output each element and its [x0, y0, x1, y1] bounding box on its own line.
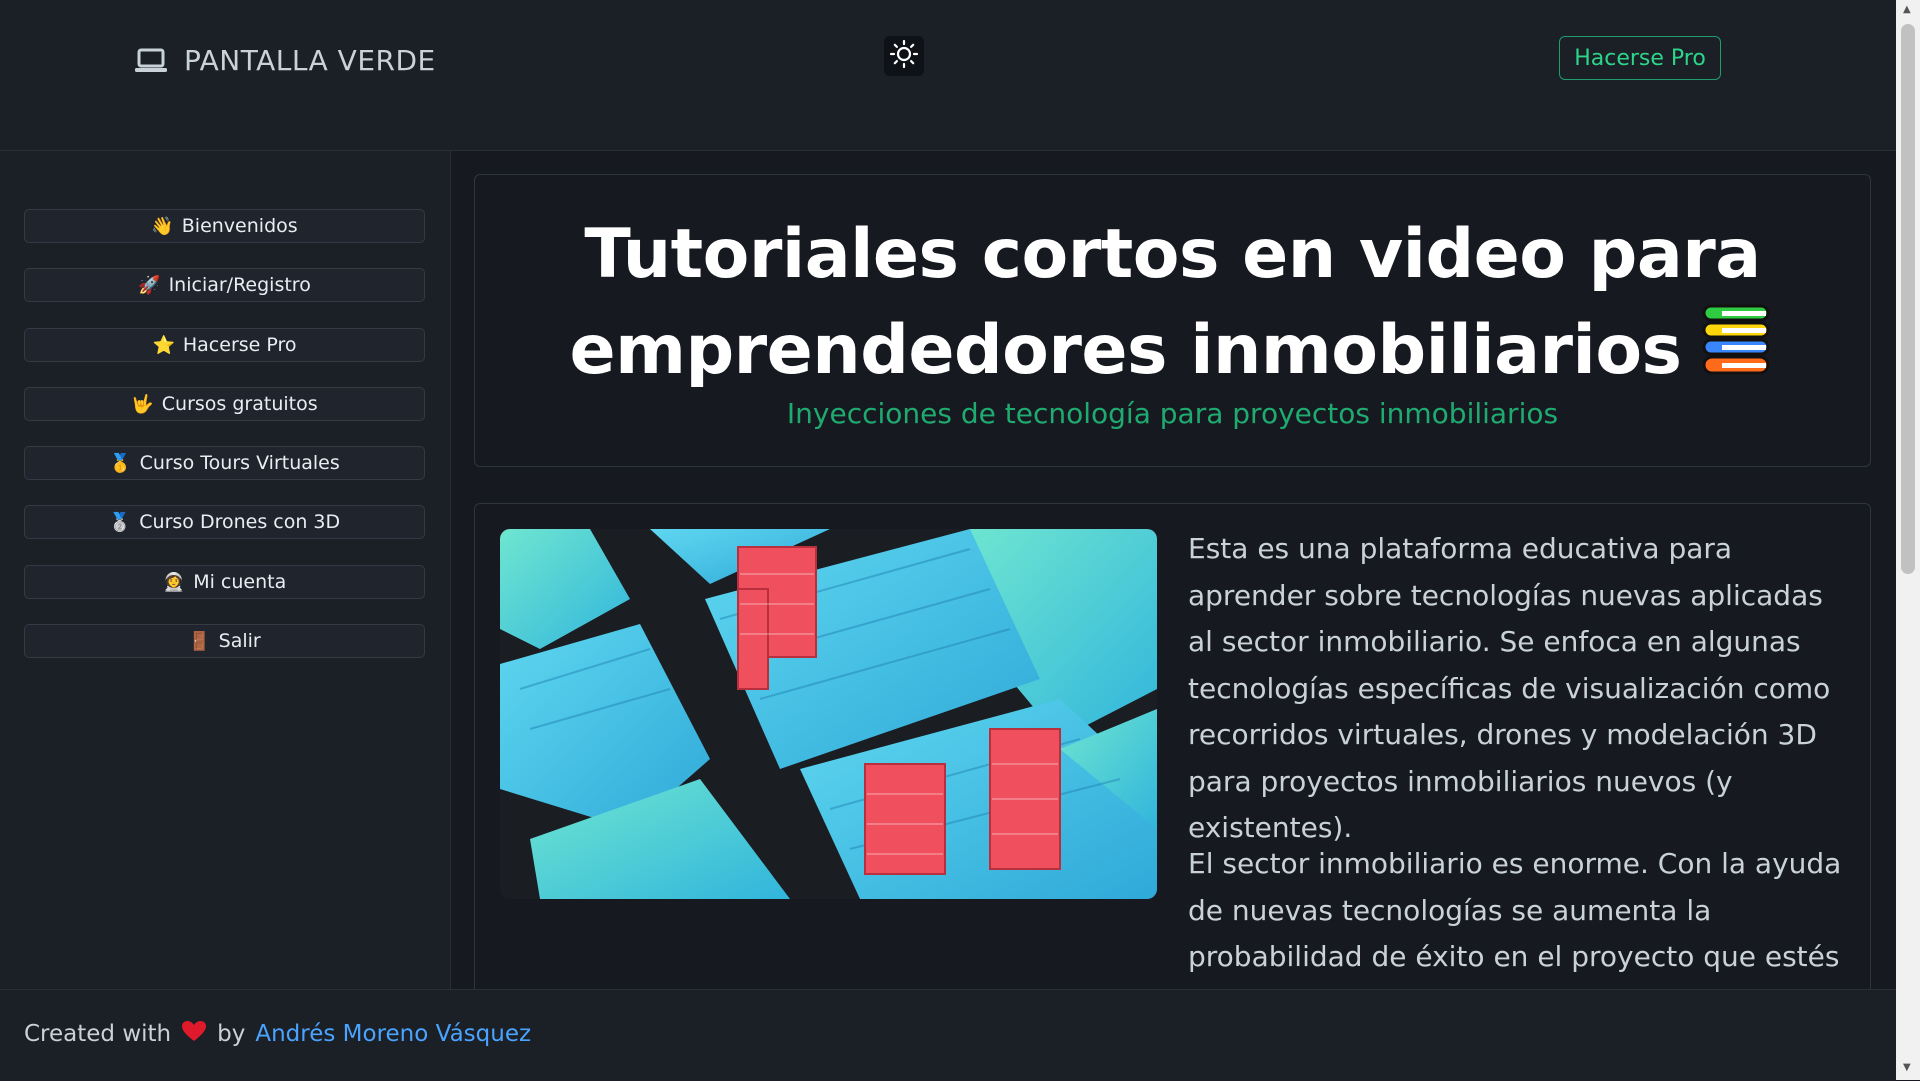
scrollbar-thumb[interactable]: [1901, 24, 1915, 574]
sidebar-item-label: Hacerse Pro: [182, 334, 297, 356]
brand-link[interactable]: PANTALLA VERDE: [134, 44, 436, 77]
footer-credit: Created with by Andrés Moreno Vásquez: [24, 1020, 531, 1048]
sidebar-item-label: Cursos gratuitos: [161, 393, 318, 415]
city-3d-illustration: [500, 529, 1157, 899]
sidebar-item-label: Curso Drones con 3D: [139, 511, 341, 533]
hacerse-pro-button[interactable]: Hacerse Pro: [1559, 36, 1721, 80]
author-link[interactable]: Andrés Moreno Vásquez: [255, 1021, 531, 1047]
footer-created-with: Created with: [24, 1021, 172, 1047]
waving-hand-icon: 👋: [151, 215, 174, 237]
heart-icon: [181, 1020, 207, 1048]
sun-icon: [889, 39, 919, 73]
top-header: PANTALLA VERDE Hacerse Pro: [0, 0, 1896, 151]
brand-title: PANTALLA VERDE: [184, 44, 436, 77]
page-title-line-2-wrap: emprendedores inmobiliarios: [475, 303, 1870, 404]
sidebar-item-iniciar-registro[interactable]: 🚀 Iniciar/Registro: [24, 268, 425, 302]
scroll-up-icon[interactable]: ▲: [1903, 4, 1911, 15]
footer: Created with by Andrés Moreno Vásquez: [0, 989, 1896, 1081]
books-icon: [1700, 304, 1776, 404]
sidebar-item-curso-tours-virtuales[interactable]: 🥇 Curso Tours Virtuales: [24, 446, 425, 480]
theme-toggle-button[interactable]: [884, 36, 924, 76]
sidebar-item-label: Mi cuenta: [193, 571, 287, 593]
sidebar-item-bienvenidos[interactable]: 👋 Bienvenidos: [24, 209, 425, 243]
page-title-line-2: emprendedores inmobiliarios: [569, 311, 1682, 390]
sidebar-item-label: Bienvenidos: [181, 215, 298, 237]
sidebar-item-label: Salir: [218, 630, 261, 652]
content-card: Esta es una plataforma educativa para ap…: [474, 503, 1871, 1023]
love-you-gesture-icon: 🤟: [131, 393, 154, 415]
sidebar-item-salir[interactable]: 🚪 Salir: [24, 624, 425, 658]
page-title-line-1: Tutoriales cortos en video para: [584, 215, 1761, 294]
silver-medal-icon: 🥈: [108, 511, 132, 533]
star-icon: ⭐: [152, 334, 175, 356]
gold-medal-icon: 🥇: [109, 452, 132, 474]
astronaut-icon: 👩‍🚀: [162, 571, 186, 593]
laptop-icon: [134, 48, 168, 74]
sidebar-item-label: Iniciar/Registro: [168, 274, 311, 296]
sidebar-item-cursos-gratuitos[interactable]: 🤟 Cursos gratuitos: [24, 387, 425, 421]
door-icon: 🚪: [188, 630, 211, 652]
sidebar-item-mi-cuenta[interactable]: 👩‍🚀 Mi cuenta: [24, 565, 425, 599]
scroll-down-icon[interactable]: ▼: [1903, 1062, 1911, 1073]
page-title: Tutoriales cortos en video para emprende…: [475, 207, 1870, 404]
page-scrollbar[interactable]: ▲ ▼: [1896, 0, 1920, 1080]
sidebar-item-hacerse-pro[interactable]: ⭐ Hacerse Pro: [24, 328, 425, 362]
sidebar: 👋 Bienvenidos 🚀 Iniciar/Registro ⭐ Hacer…: [0, 151, 451, 989]
page-subtitle: Inyecciones de tecnología para proyectos…: [786, 397, 1559, 430]
sidebar-item-label: Curso Tours Virtuales: [139, 452, 340, 474]
footer-by: by: [217, 1021, 246, 1047]
intro-paragraph-1: Esta es una plataforma educativa para ap…: [1188, 532, 1831, 844]
rocket-icon: 🚀: [138, 274, 161, 296]
sidebar-item-curso-drones[interactable]: 🥈 Curso Drones con 3D: [24, 505, 425, 539]
hero-card: Tutoriales cortos en video para emprende…: [474, 174, 1871, 467]
